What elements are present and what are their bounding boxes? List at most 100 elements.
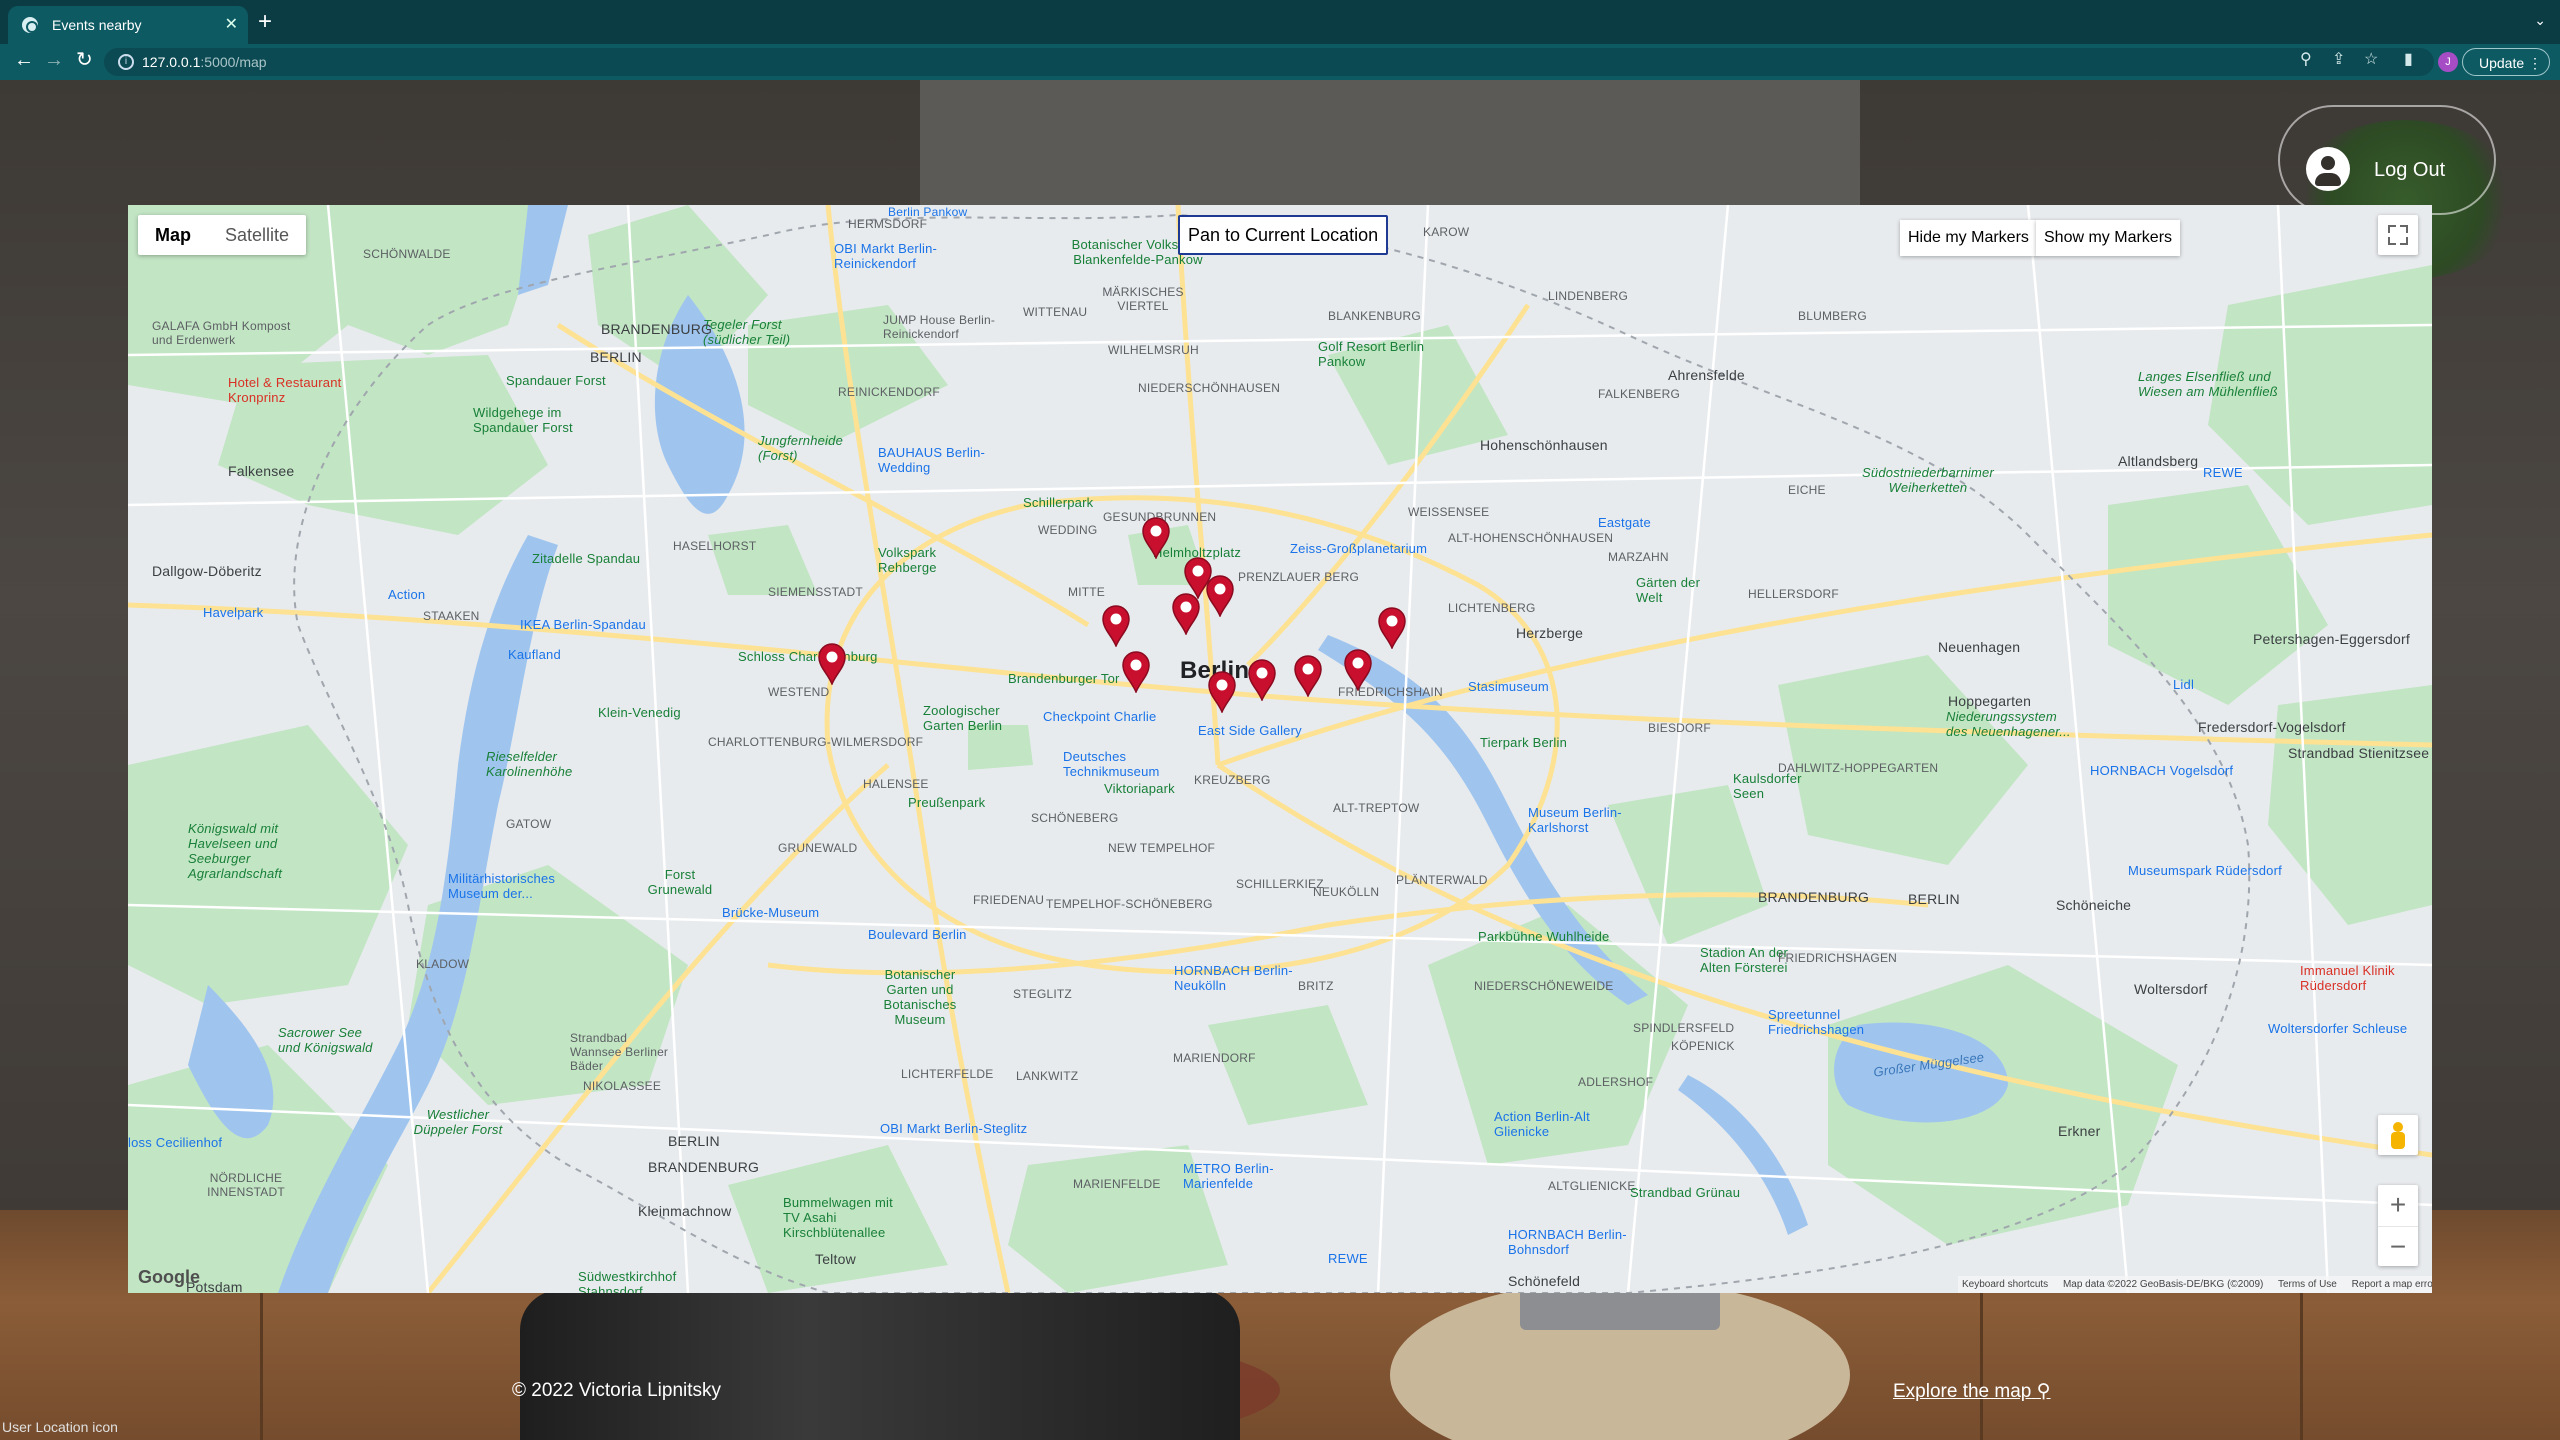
map-type-map-button[interactable]: Map [138, 215, 208, 255]
map-label-hotel[interactable]: Hotel & Restaurant Kronprinz [228, 375, 348, 405]
map-label-metro[interactable]: METRO Berlin-Marienfelde [1183, 1161, 1313, 1191]
fullscreen-icon[interactable] [2378, 215, 2418, 255]
map-label-volkspark-rehberge[interactable]: Volkspark Rehberge [878, 545, 958, 575]
event-marker-pin-icon[interactable] [1293, 655, 1323, 699]
url-text[interactable]: 127.0.0.1:5000/map [142, 54, 267, 70]
event-marker-pin-icon[interactable] [1247, 659, 1277, 703]
browser-tab[interactable]: Events nearby ✕ [8, 6, 248, 44]
keyboard-shortcuts-link[interactable]: Keyboard shortcuts [1962, 1279, 2048, 1290]
map-label-ikea[interactable]: IKEA Berlin-Spandau [520, 617, 646, 632]
zoom-in-button[interactable]: + [2378, 1185, 2418, 1225]
street-view-pegman-icon[interactable] [2378, 1115, 2418, 1155]
map-label-parkbuehne[interactable]: Parkbühne Wuhlheide [1478, 929, 1609, 944]
site-info-icon[interactable]: i [118, 54, 134, 70]
map-label-deutsches-technikmuseum[interactable]: Deutsches Technikmuseum [1063, 749, 1173, 779]
map-label-sudwestkirchhof[interactable]: Südwestkirchhof Stahnsdorf [578, 1269, 698, 1293]
map-label-eastgate[interactable]: Eastgate [1598, 515, 1651, 530]
map-label-mariendorf: MARIENDORF [1173, 1051, 1256, 1065]
map-label-gaerten-der-welt[interactable]: Gärten der Welt [1636, 575, 1706, 605]
map-label-action[interactable]: Action [388, 587, 425, 602]
map-label-obi-reinickendorf[interactable]: OBI Markt Berlin-Reinickendorf [834, 241, 974, 271]
map-label-jump-house[interactable]: JUMP House Berlin-Reinickendorf [883, 313, 1013, 341]
event-marker-pin-icon[interactable] [1101, 605, 1131, 649]
map-label-zoologischer-garten[interactable]: Zoologischer Garten Berlin [923, 703, 1023, 733]
map-label-havelpark[interactable]: Havelpark [203, 605, 263, 620]
share-icon[interactable]: ⇪ [2332, 52, 2345, 68]
map-label-rewe-altlandsberg[interactable]: REWE [2203, 465, 2243, 480]
map-label-spreetunnel[interactable]: Spreetunnel Friedrichshagen [1768, 1007, 1888, 1037]
event-marker-pin-icon[interactable] [1205, 575, 1235, 619]
map-label-east-side-gallery[interactable]: East Side Gallery [1198, 723, 1302, 738]
map-label-immanuel[interactable]: Immanuel Klinik Rüdersdorf [2300, 963, 2430, 993]
location-pin-icon[interactable]: ⚲ [2300, 52, 2312, 68]
event-marker-pin-icon[interactable] [1343, 649, 1373, 693]
map-label-militaerhistorisches[interactable]: Militärhistorisches Museum der... [448, 871, 568, 901]
map-label-klein-venedig[interactable]: Klein-Venedig [598, 705, 681, 720]
map-label-museumspark[interactable]: Museumspark Rüdersdorf [2128, 863, 2282, 878]
map-label-zitadelle[interactable]: Zitadelle Spandau [532, 551, 640, 566]
map-label-museum-karlshorst[interactable]: Museum Berlin-Karlshorst [1528, 805, 1638, 835]
map-label-strandbad-wannsee[interactable]: Strandbad Wannsee Berliner Bäder [570, 1031, 680, 1073]
side-panel-icon[interactable]: ▮ [2404, 52, 2413, 68]
event-marker-pin-icon[interactable] [1141, 517, 1171, 561]
event-marker-pin-icon[interactable] [817, 643, 847, 687]
map-label-action-alt-glienicke[interactable]: Action Berlin-Alt Glienicke [1494, 1109, 1604, 1139]
map-label-rewe-south[interactable]: REWE [1328, 1251, 1368, 1266]
map-label-stasimuseum[interactable]: Stasimuseum [1468, 679, 1549, 694]
google-logo[interactable]: Google [138, 1267, 200, 1288]
map-label-bummelwagen[interactable]: Bummelwagen mit TV Asahi Kirschblütenall… [783, 1195, 903, 1240]
address-bar[interactable]: i 127.0.0.1:5000/map [104, 48, 2434, 76]
map-label-hornbach-vogelsdorf[interactable]: HORNBACH Vogelsdorf [2090, 763, 2233, 778]
map-label-wildgehege[interactable]: Wildgehege im Spandauer Forst [473, 405, 603, 435]
map-label-schloss-charlottenburg[interactable]: Schloss Charlottenburg [738, 649, 878, 664]
update-button[interactable]: Update ⋮ [2462, 48, 2550, 76]
map-label-falkenberg: FALKENBERG [1598, 387, 1681, 401]
logout-button[interactable]: Log Out [2278, 105, 2496, 215]
map-label-woltersdorfer-schleuse[interactable]: Woltersdorfer Schleuse [2268, 1021, 2407, 1036]
map-label-golf-resort[interactable]: Golf Resort Berlin Pankow [1318, 339, 1428, 369]
map-label-galafa[interactable]: GALAFA GmbH Kompost und Erdenwerk [152, 319, 302, 347]
back-arrow-icon[interactable]: ← [14, 50, 34, 70]
map-label-bruecke-museum[interactable]: Brücke-Museum [722, 905, 819, 920]
map-label-viktoriapark[interactable]: Viktoriapark [1104, 781, 1175, 796]
new-tab-icon[interactable]: + [258, 10, 272, 34]
map-label-bauhaus-wedding[interactable]: BAUHAUS Berlin-Wedding [878, 445, 998, 475]
map-label-tierpark[interactable]: Tierpark Berlin [1480, 735, 1567, 750]
pan-to-current-location-button[interactable]: Pan to Current Location [1178, 215, 1389, 255]
zoom-out-button[interactable]: − [2378, 1226, 2418, 1266]
map-label-botanischer-garten[interactable]: Botanischer Garten und Botanisches Museu… [870, 967, 970, 1027]
map-label-cecilienhof[interactable]: loss Cecilienhof [128, 1135, 222, 1150]
event-marker-pin-icon[interactable] [1121, 651, 1151, 695]
map-label-obi-steglitz[interactable]: OBI Markt Berlin-Steglitz [880, 1121, 1027, 1136]
hide-markers-button[interactable]: Hide my Markers [1900, 220, 2037, 256]
map-label-brandenburger-tor[interactable]: Brandenburger Tor [1008, 671, 1120, 686]
map-label-preussenpark[interactable]: Preußenpark [908, 795, 985, 810]
tab-search-chevron-icon[interactable]: ⌄ [2534, 12, 2546, 29]
map-label-lidl[interactable]: Lidl [2173, 677, 2194, 692]
map-label-kaufland[interactable]: Kaufland [508, 647, 561, 662]
show-markers-button[interactable]: Show my Markers [2036, 220, 2181, 256]
map-type-satellite-button[interactable]: Satellite [208, 215, 306, 255]
terms-of-use-link[interactable]: Terms of Use [2278, 1279, 2337, 1290]
map-label-schillerpark[interactable]: Schillerpark [1023, 495, 1093, 510]
tab-title: Events nearby [52, 17, 142, 33]
map-label-schillerkiez: SCHILLERKIEZ [1236, 877, 1324, 891]
map-label-boulevard-berlin[interactable]: Boulevard Berlin [868, 927, 967, 942]
event-marker-pin-icon[interactable] [1171, 593, 1201, 637]
explore-map-link[interactable]: Explore the map ⚲ [1893, 1380, 2051, 1403]
map-label-hornbach-bohnsdorf[interactable]: HORNBACH Berlin-Bohnsdorf [1508, 1227, 1628, 1257]
map-label-zeiss[interactable]: Zeiss-Großplanetarium [1290, 541, 1427, 556]
map-label-checkpoint-charlie[interactable]: Checkpoint Charlie [1043, 709, 1156, 724]
event-marker-pin-icon[interactable] [1207, 671, 1237, 715]
map-label-kaulsdorfer-seen[interactable]: Kaulsdorfer Seen [1733, 771, 1813, 801]
google-map[interactable]: Berlin Pankow HERMSDORF OBI Markt Berlin… [128, 205, 2432, 1293]
bookmark-star-icon[interactable]: ☆ [2364, 52, 2378, 68]
profile-avatar[interactable]: J [2438, 52, 2458, 72]
close-tab-icon[interactable]: ✕ [225, 14, 238, 34]
reload-icon[interactable]: ↻ [76, 50, 93, 70]
map-label-strandbad-gruenau[interactable]: Strandbad Grünau [1630, 1185, 1740, 1200]
event-marker-pin-icon[interactable] [1377, 607, 1407, 651]
report-error-link[interactable]: Report a map error [2352, 1279, 2432, 1290]
map-label-hornbach-neukoelln[interactable]: HORNBACH Berlin-Neukölln [1174, 963, 1294, 993]
forward-arrow-icon[interactable]: → [44, 50, 64, 70]
